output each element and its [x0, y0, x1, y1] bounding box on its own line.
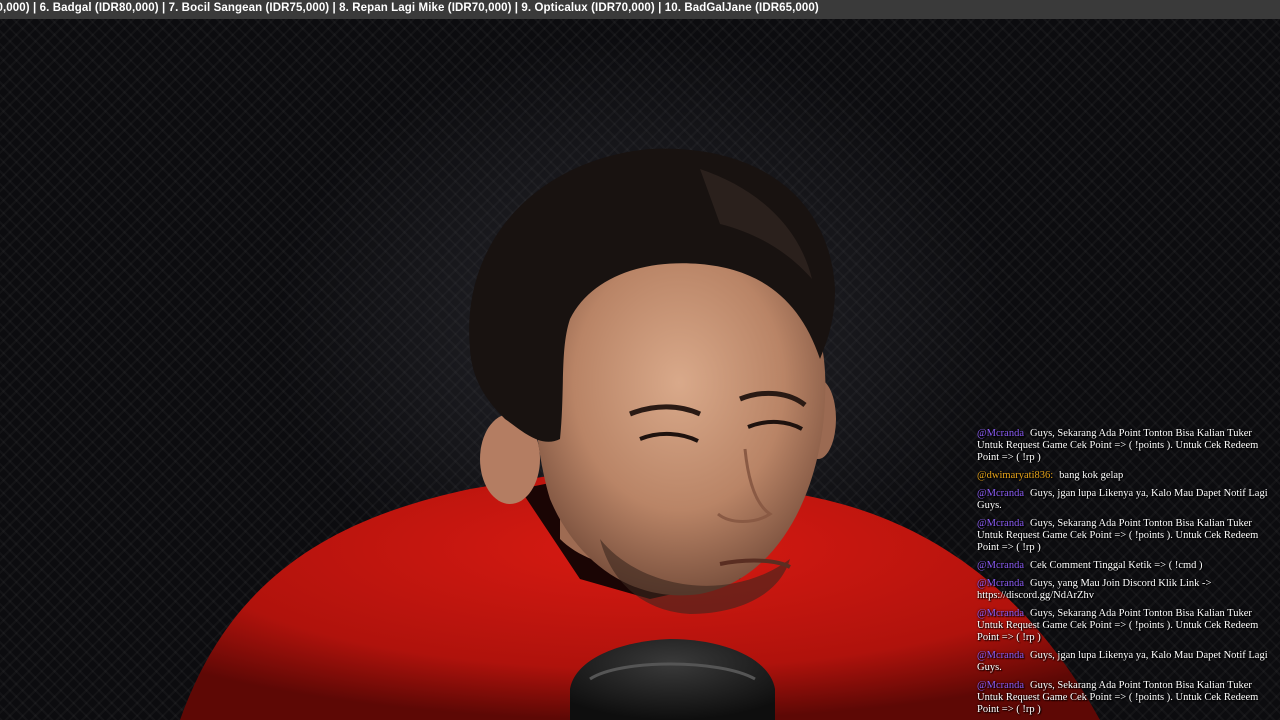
chat-message: @Mcranda Guys, jgan lupa Likenya ya, Kalo…: [977, 488, 1270, 512]
person-figure: [180, 148, 1100, 720]
chat-username: @Mcranda: [977, 650, 1024, 661]
donation-ticker-text: 20,000) | 6. Badgal (IDR80,000) | 7. Boc…: [0, 2, 819, 14]
chat-message: @Mcranda Guys, Sekarang Ada Point Tonton …: [977, 518, 1270, 554]
chat-username: @Mcranda: [977, 560, 1024, 571]
chat-username: @Mcranda: [977, 578, 1024, 589]
chat-message: @Mcranda Cek Comment Tinggal Ketik => ( !…: [977, 560, 1270, 572]
chat-message: @Mcranda Guys, Sekarang Ada Point Tonton …: [977, 428, 1270, 464]
chat-text: Cek Comment Tinggal Ketik => ( !cmd ): [1029, 560, 1203, 571]
chat-message: @Mcranda Guys, Sekarang Ada Point Tonton …: [977, 608, 1270, 644]
chat-username: @Mcranda: [977, 428, 1024, 439]
chat-username: @dwimaryati836:: [977, 470, 1054, 481]
chat-username: @Mcranda: [977, 518, 1024, 529]
chat-text: bang kok gelap: [1059, 470, 1124, 481]
donation-ticker: 20,000) | 6. Badgal (IDR80,000) | 7. Boc…: [0, 0, 1280, 19]
chat-message: @Mcranda Guys, yang Mau Join Discord Klik…: [977, 578, 1270, 602]
chat-username: @Mcranda: [977, 488, 1024, 499]
video-player[interactable]: 20,000) | 6. Badgal (IDR80,000) | 7. Boc…: [0, 0, 1280, 720]
chat-username: @Mcranda: [977, 608, 1024, 619]
chat-overlay: @Mcranda Guys, Sekarang Ada Point Tonton …: [974, 428, 1270, 720]
chat-username: @Mcranda: [977, 680, 1024, 691]
chat-message: @Mcranda Guys, Sekarang Ada Point Tonton …: [977, 680, 1270, 716]
chat-message: @Mcranda Guys, jgan lupa Likenya ya, Kalo…: [977, 650, 1270, 674]
chat-message: @dwimaryati836: bang kok gelap: [977, 470, 1270, 482]
